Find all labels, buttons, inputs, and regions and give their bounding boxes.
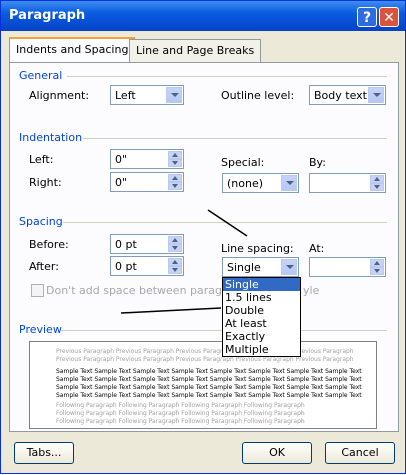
line-spacing-label: Line spacing: [221, 242, 294, 255]
preview-sample-line: Sample Text Sample Text Sample Text Samp… [56, 368, 362, 375]
line-spacing-option-exactly[interactable]: Exactly [223, 330, 300, 343]
left-indent-value: 0" [115, 153, 128, 166]
close-button[interactable]: ✕ [379, 7, 399, 27]
preview-sample-line: Sample Text Sample Text Sample Text Samp… [56, 376, 362, 383]
spin-down-icon[interactable] [370, 267, 384, 275]
preview-pane: Previous Paragraph Previous Paragraph Pr… [29, 341, 377, 429]
line-spacing-option-double[interactable]: Double [223, 304, 300, 317]
after-spinner[interactable]: 0 pt [110, 256, 184, 276]
at-label: At: [309, 242, 325, 255]
chevron-down-icon[interactable] [166, 87, 182, 103]
outline-level-value: Body text [314, 89, 367, 102]
indentation-divider [83, 138, 387, 139]
no-space-label-tail: yle [303, 284, 320, 297]
before-spinner[interactable]: 0 pt [110, 234, 184, 254]
chevron-down-icon[interactable] [281, 175, 297, 191]
line-spacing-select[interactable]: Single [222, 257, 299, 277]
preview-sample-line: Sample Text Sample Text Sample Text Samp… [56, 392, 362, 399]
by-label: By: [309, 156, 326, 169]
spin-up-icon[interactable] [370, 175, 384, 183]
spin-up-icon[interactable] [168, 236, 182, 244]
spin-down-icon[interactable] [168, 159, 182, 167]
title-bar: Paragraph ? ✕ [1, 1, 405, 31]
special-value: (none) [227, 177, 264, 190]
preview-following-line: Following Paragraph Following Paragraph … [56, 418, 305, 425]
line-spacing-value: Single [227, 261, 261, 274]
preview-sample-line: Sample Text Sample Text Sample Text Samp… [56, 384, 362, 391]
tabs-button[interactable]: Tabs... [14, 442, 74, 464]
preview-section-label: Preview [19, 323, 62, 336]
indentation-section-label: Indentation [19, 131, 83, 144]
left-indent-label: Left: [29, 153, 54, 166]
left-indent-spinner[interactable]: 0" [110, 149, 184, 169]
before-label: Before: [29, 238, 69, 251]
line-spacing-option-at-least[interactable]: At least [223, 317, 300, 330]
spin-up-icon[interactable] [168, 151, 182, 159]
help-button[interactable]: ? [357, 7, 377, 27]
after-value: 0 pt [115, 260, 137, 273]
cancel-button[interactable]: Cancel [325, 442, 395, 464]
line-spacing-option-1-5-lines[interactable]: 1.5 lines [223, 291, 300, 304]
by-spinner[interactable] [309, 173, 386, 193]
outline-level-select[interactable]: Body text [309, 85, 386, 105]
special-select[interactable]: (none) [222, 173, 299, 193]
line-spacing-dropdown: Single 1.5 lines Double At least Exactly… [222, 277, 301, 357]
spin-down-icon[interactable] [370, 183, 384, 191]
spin-up-icon[interactable] [168, 258, 182, 266]
no-space-label: Don't add space between paragraph [46, 284, 248, 297]
preview-following-line: Following Paragraph Following Paragraph … [56, 410, 305, 417]
at-spinner[interactable] [309, 257, 386, 277]
line-spacing-option-multiple[interactable]: Multiple [223, 343, 300, 356]
general-section-label: General [19, 69, 63, 82]
spin-down-icon[interactable] [168, 244, 182, 252]
chevron-down-icon[interactable] [281, 259, 297, 275]
outline-level-label: Outline level: [221, 89, 295, 102]
spacing-divider [63, 222, 387, 223]
spin-up-icon[interactable] [370, 259, 384, 267]
alignment-label: Alignment: [29, 89, 90, 102]
paragraph-dialog: Paragraph ? ✕ Indents and Spacing Line a… [0, 0, 406, 474]
spacing-section-label: Spacing [19, 215, 63, 228]
right-indent-value: 0" [115, 176, 128, 189]
right-indent-spinner[interactable]: 0" [110, 172, 184, 192]
no-space-checkbox[interactable] [31, 284, 44, 297]
alignment-select[interactable]: Left [110, 85, 184, 105]
chevron-down-icon[interactable] [368, 87, 384, 103]
special-label: Special: [221, 156, 265, 169]
preview-following-line: Following Paragraph Following Paragraph … [56, 402, 305, 409]
line-spacing-option-single[interactable]: Single [223, 278, 300, 291]
tab-line-and-page-breaks[interactable]: Line and Page Breaks [129, 39, 262, 62]
dialog-title: Paragraph [9, 8, 86, 23]
general-divider [67, 76, 387, 77]
tab-indents-and-spacing[interactable]: Indents and Spacing [9, 37, 136, 63]
before-value: 0 pt [115, 238, 137, 251]
preview-previous-line: Previous Paragraph Previous Paragraph Pr… [56, 348, 354, 355]
ok-button[interactable]: OK [242, 442, 312, 464]
preview-previous-line: Previous Paragraph Previous Paragraph Pr… [56, 356, 354, 363]
right-indent-label: Right: [29, 176, 62, 189]
spin-up-icon[interactable] [168, 174, 182, 182]
alignment-value: Left [115, 89, 136, 102]
after-label: After: [29, 260, 59, 273]
spin-down-icon[interactable] [168, 182, 182, 190]
spin-down-icon[interactable] [168, 266, 182, 274]
